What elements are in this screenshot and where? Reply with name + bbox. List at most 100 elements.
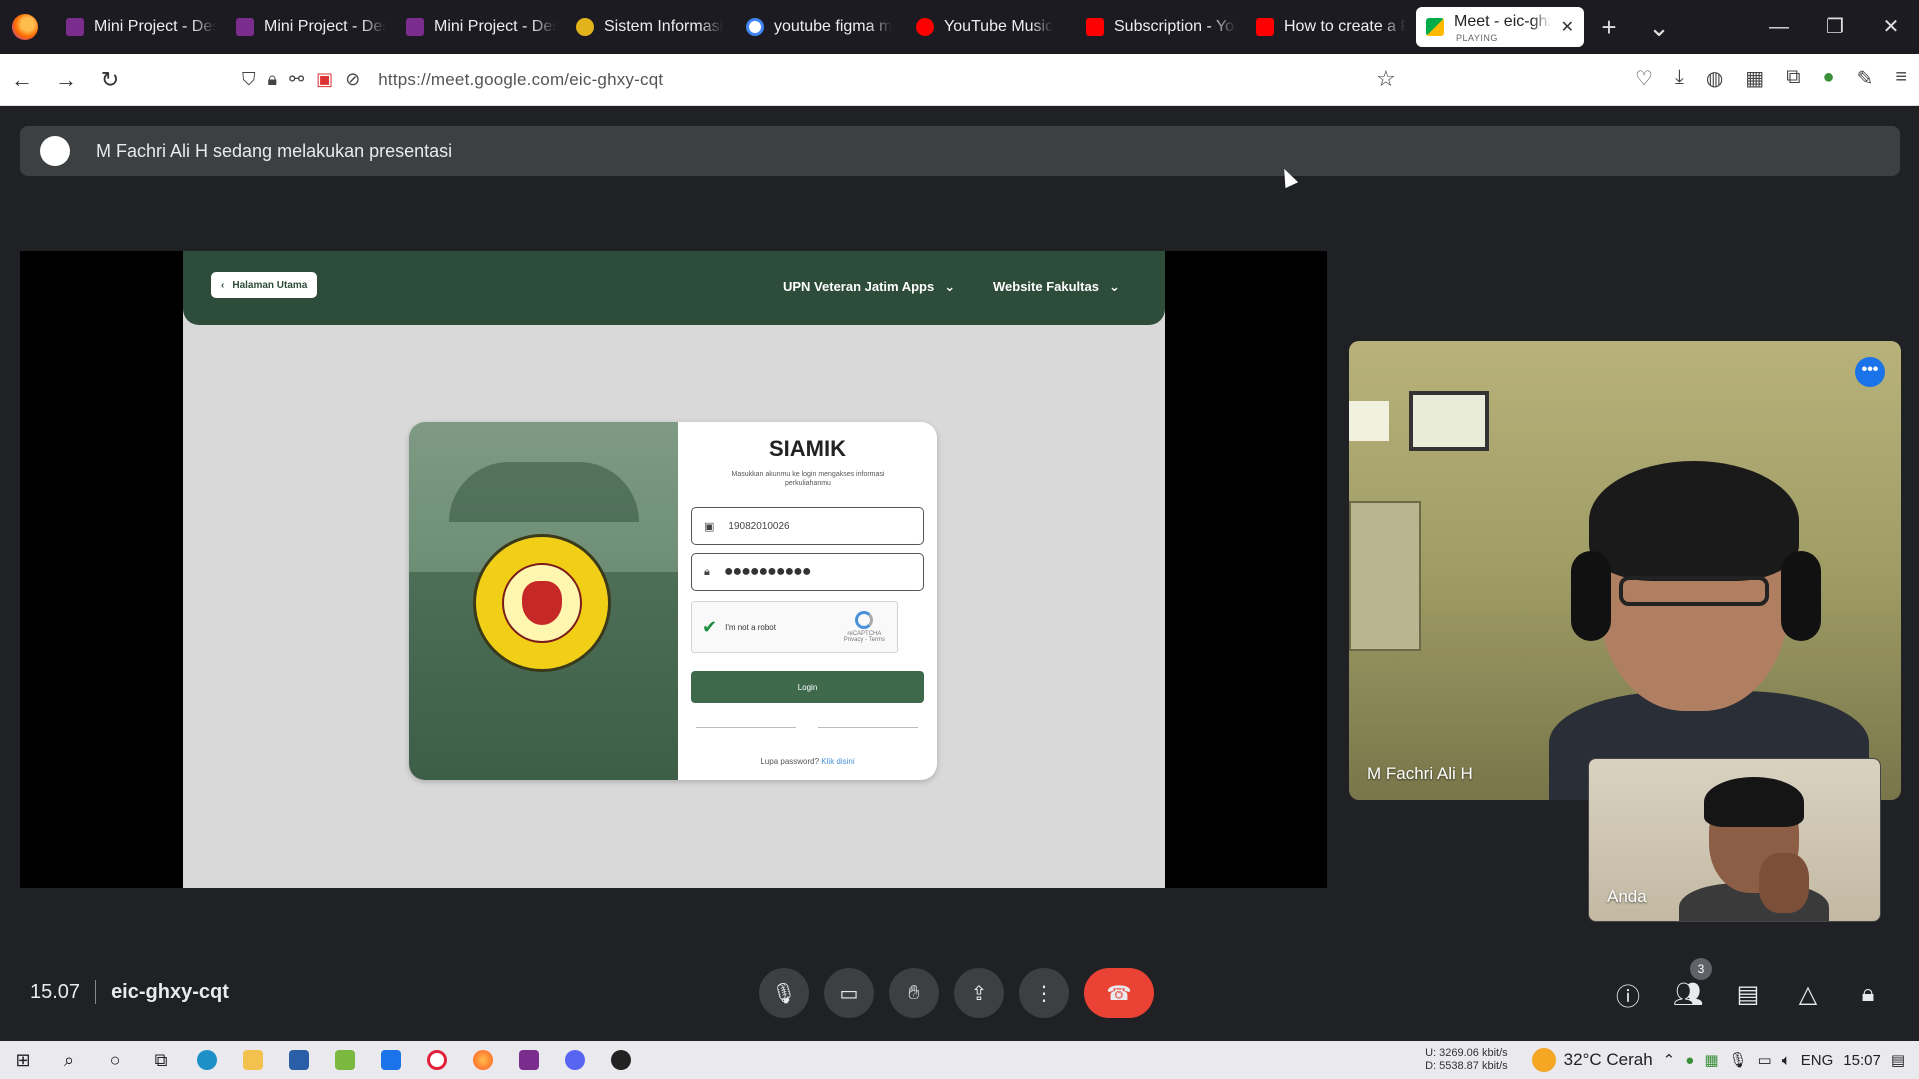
login-form: SIAMIK Masukkan akunmu ke login mengakse… [678,422,937,780]
youtube-favicon-icon [1256,18,1274,36]
presentation-stage[interactable]: ‹ Halaman Utama UPN Veteran Jatim Apps ⌄ W… [20,251,1327,888]
taskbar-app[interactable] [506,1041,552,1079]
info-icon: ⓘ [1616,983,1640,1011]
extension-globe-icon[interactable]: ● [1822,66,1834,91]
meeting-details-button[interactable]: ⓘ [1610,976,1646,1012]
minimize-button[interactable]: — [1751,0,1807,54]
discord-icon [565,1050,585,1070]
taskbar-app[interactable] [368,1041,414,1079]
tab[interactable]: How to create a F [1246,7,1416,47]
reload-icon[interactable]: ↻ [88,67,132,93]
firefox-logo-icon[interactable] [12,14,38,40]
url-security-icons: ⛉ 🔒︎ ⚯ ▣ ⊘ [242,69,360,90]
tracking-blocked-icon[interactable]: ⊘ [345,69,360,90]
tab[interactable]: Mini Project - Des [226,7,396,47]
taskbar-app[interactable] [276,1041,322,1079]
participant-video [1549,461,1869,800]
apps-grid-icon[interactable]: ▦ [1745,66,1764,91]
menu-icon[interactable]: ≡ [1895,66,1907,91]
new-tab-button[interactable]: + [1584,12,1634,43]
extensions-icon[interactable]: ⧉ [1786,66,1800,91]
present-screen-button[interactable]: ⇪ [954,968,1004,1018]
more-options-button[interactable]: ⋮ [1019,968,1069,1018]
opera-icon [427,1050,447,1070]
close-window-button[interactable]: ✕ [1863,0,1919,54]
shield-icon[interactable]: ⛉ [242,69,256,90]
tab[interactable]: YouTube Music [906,7,1076,47]
presenter-indicator-icon [40,136,70,166]
chevron-up-icon[interactable]: ⌃ [1663,1051,1676,1069]
chat-button[interactable]: ▤ [1730,976,1766,1012]
more-options-icon[interactable]: ••• [1855,357,1885,387]
activities-icon: △ [1798,980,1818,1008]
network-speed: U: 3269.06 kbit/s D: 5538.87 kbit/s [1425,1047,1508,1073]
back-arrow-icon[interactable]: ← [0,67,44,93]
weather-widget[interactable]: 32°C Cerah [1531,1048,1653,1072]
maximize-button[interactable]: ❐ [1807,0,1863,54]
tray-app-icon[interactable]: ● [1685,1052,1694,1069]
end-call-button[interactable]: ☎︎ [1084,968,1154,1018]
forward-arrow-icon[interactable]: → [44,67,88,93]
tab-title: Sistem Informasi [604,18,724,35]
tab-active[interactable]: Meet - eic-ghx PLAYING ✕ [1416,7,1584,47]
notifications-icon[interactable]: ▤ [1891,1051,1905,1069]
self-view-tile[interactable]: Anda [1588,758,1881,922]
nav-apps-label: UPN Veteran Jatim Apps [783,279,935,294]
lock-icon[interactable]: 🔒︎ [268,69,278,90]
self-name: Anda [1607,887,1647,906]
list-all-tabs-button[interactable]: ⌄ [1634,12,1684,43]
tab[interactable]: youtube figma m [736,7,906,47]
browser-tab-strip: Mini Project - Des Mini Project - Des Mi… [0,0,1919,54]
search-button[interactable]: ⌕ [46,1041,92,1079]
figma-favicon-icon [406,18,424,36]
eyedropper-icon[interactable]: ✎ [1857,66,1874,91]
network-icon[interactable]: ▭ [1758,1051,1772,1069]
taskbar-app[interactable] [598,1041,644,1079]
taskbar-app[interactable] [460,1041,506,1079]
tab[interactable]: Subscription - You [1076,7,1246,47]
activities-button[interactable]: △ [1790,976,1826,1012]
checkmark-icon: ✔ [702,616,718,637]
taskbar-app[interactable] [414,1041,460,1079]
taskbar-app[interactable] [184,1041,230,1079]
people-button[interactable]: 👥︎ [1670,976,1706,1012]
tab-title: How to create a F [1284,18,1406,35]
vpn-globe-icon[interactable]: ◍ [1706,66,1723,91]
taskbar-app[interactable] [230,1041,276,1079]
microphone-tray-icon[interactable]: 🎙︎ [1729,1051,1748,1069]
toolbar-icons: ♡ ⤓ ◍ ▦ ⧉ ● ✎ ≡ [1635,66,1907,91]
close-tab-icon[interactable]: ✕ [1561,17,1574,37]
raise-hand-button[interactable]: ✋︎ [889,968,939,1018]
camera-sharing-icon[interactable]: ▣ [316,69,333,90]
download-icon[interactable]: ⤓ [1675,66,1684,91]
taskbar-app[interactable] [552,1041,598,1079]
chevron-left-icon: ‹ [221,279,225,291]
volume-icon[interactable]: 🔈︎ [1782,1052,1791,1069]
participant-tile[interactable]: M Fachri Ali H ••• [1349,341,1901,800]
taskbar-app[interactable] [322,1041,368,1079]
start-button[interactable]: ⊞ [0,1041,46,1079]
siamik-header: ‹ Halaman Utama UPN Veteran Jatim Apps ⌄ W… [183,251,1165,325]
tab[interactable]: Sistem Informasi [566,7,736,47]
password-field: 🔒︎ ●●●●●●●●●● [691,553,924,591]
language-indicator[interactable]: ENG [1801,1052,1834,1069]
chevron-down-icon: ⌄ [944,279,956,294]
microphone-button[interactable]: 🎙︎ [759,968,809,1018]
chevron-down-icon: ⌄ [1108,279,1120,294]
url-bar[interactable]: https://meet.google.com/eic-ghxy-cqt [378,70,663,90]
tab[interactable]: Mini Project - Des [396,7,566,47]
permissions-icon[interactable]: ⚯ [289,69,304,90]
more-vert-icon: ⋮ [1034,982,1054,1005]
pocket-icon[interactable]: ♡ [1635,66,1653,91]
headphone-left [1571,551,1611,641]
file-explorer-icon [243,1050,263,1070]
tab[interactable]: Mini Project - Des [56,7,226,47]
host-controls-button[interactable]: 🔒︎ [1850,976,1886,1012]
clock[interactable]: 15:07 [1843,1052,1881,1069]
bookmark-star-icon[interactable]: ☆ [1376,66,1396,92]
cortana-button[interactable]: ○ [92,1041,138,1079]
task-view-button[interactable]: ⧉ [138,1041,184,1079]
edge-icon [197,1050,217,1070]
camera-button[interactable]: ▭ [824,968,874,1018]
tray-app-icon[interactable]: ▦ [1704,1051,1718,1069]
